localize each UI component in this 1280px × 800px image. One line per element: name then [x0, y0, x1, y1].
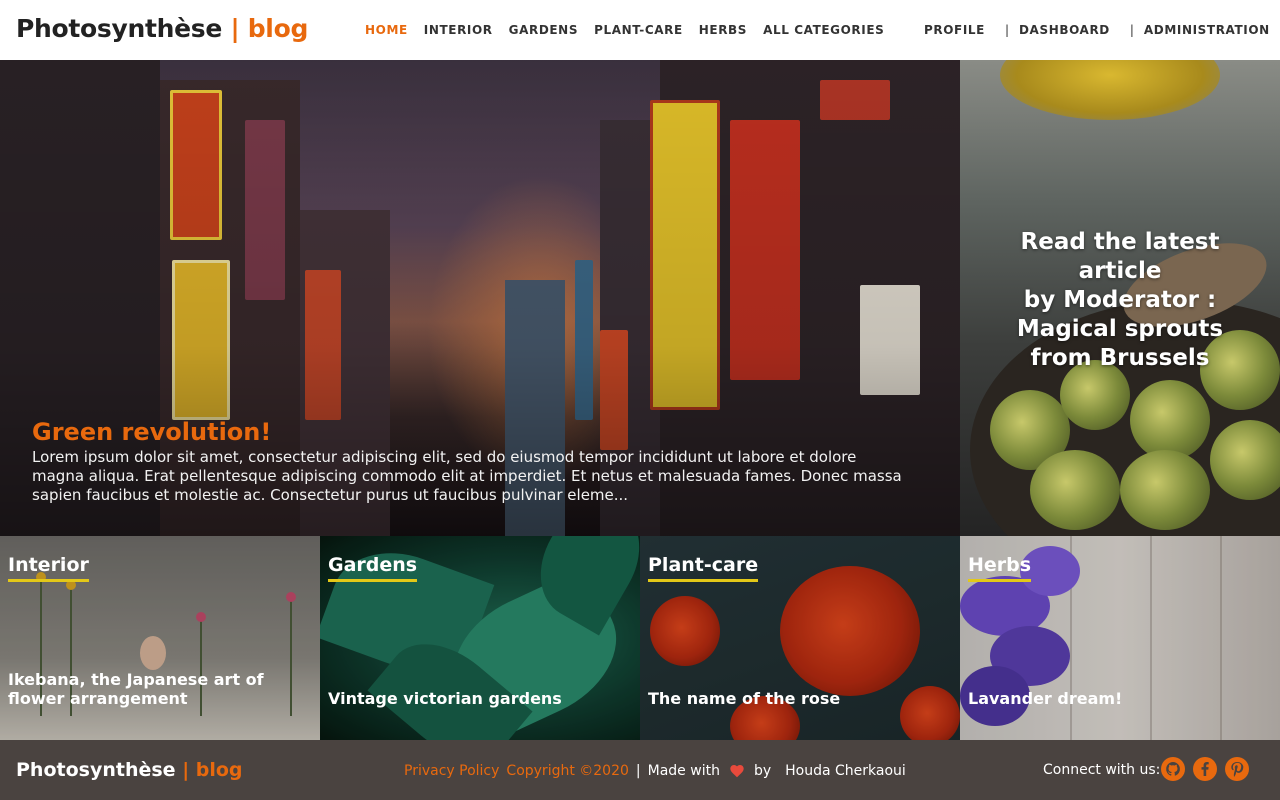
- category-card-herbs[interactable]: Herbs Lavander dream!: [960, 536, 1280, 740]
- latest-article-line: from Brussels: [1030, 345, 1210, 371]
- site-logo[interactable]: Photosynthèse | blog: [16, 14, 308, 43]
- category-article-title: Vintage victorian gardens: [328, 689, 562, 708]
- category-label: Herbs: [968, 554, 1032, 582]
- category-article-title: Lavander dream!: [968, 689, 1123, 708]
- latest-article-line: Read the latest: [1020, 229, 1220, 255]
- logo-suffix: blog: [247, 14, 309, 43]
- connect-label: Connect with us:: [1043, 762, 1161, 778]
- footer-credits: Privacy Policy Copyright ©2020 | Made wi…: [404, 763, 906, 779]
- latest-article-line: article: [1078, 258, 1162, 284]
- heart-icon: [730, 765, 744, 778]
- facebook-icon[interactable]: [1193, 757, 1217, 781]
- nav-herbs[interactable]: HERBS: [699, 23, 747, 37]
- nav-administration[interactable]: ADMINISTRATION: [1144, 23, 1270, 37]
- nav-home[interactable]: HOME: [365, 23, 408, 37]
- hero-excerpt: Lorem ipsum dolor sit amet, consectetur …: [32, 448, 902, 504]
- nav-plant-care[interactable]: PLANT-CARE: [594, 23, 683, 37]
- by-text: by: [753, 763, 772, 779]
- privacy-policy-link[interactable]: Privacy Policy: [404, 763, 499, 779]
- footer-separator: |: [635, 763, 641, 779]
- hero-banner[interactable]: Green revolution! Lorem ipsum dolor sit …: [0, 60, 960, 536]
- nav-gardens[interactable]: GARDENS: [509, 23, 578, 37]
- category-article-title: Ikebana, the Japanese art of flower arra…: [8, 670, 264, 708]
- logo-separator: |: [230, 14, 240, 43]
- category-card-gardens[interactable]: Gardens Vintage victorian gardens: [320, 536, 640, 740]
- category-label: Plant-care: [648, 554, 759, 582]
- category-label: Interior: [8, 554, 89, 582]
- footer-logo[interactable]: Photosynthèse | blog: [16, 759, 243, 781]
- author-name: Houda Cherkaoui: [785, 763, 906, 779]
- nav-interior[interactable]: INTERIOR: [424, 23, 493, 37]
- copyright-text: Copyright ©2020: [506, 763, 629, 779]
- nav-all-categories[interactable]: ALL CATEGORIES: [763, 23, 884, 37]
- nav-profile[interactable]: PROFILE: [924, 23, 985, 37]
- footer-logo-separator: |: [182, 759, 190, 781]
- category-card-interior[interactable]: Interior Ikebana, the Japanese art of fl…: [0, 536, 320, 740]
- footer-logo-name: Photosynthèse: [16, 759, 176, 781]
- nav-separator: |: [1129, 23, 1134, 37]
- latest-article-card[interactable]: Read the latest article by Moderator : M…: [960, 60, 1280, 536]
- logo-name: Photosynthèse: [16, 14, 223, 43]
- main-nav: HOME INTERIOR GARDENS PLANT-CARE HERBS A…: [365, 23, 900, 37]
- site-footer: Photosynthèse | blog Privacy Policy Copy…: [0, 740, 1280, 800]
- category-card-plant-care[interactable]: Plant-care The name of the rose: [640, 536, 960, 740]
- side-image-sprout: [1210, 420, 1280, 500]
- user-nav: PROFILE | DASHBOARD | ADMINISTRATION: [924, 23, 1270, 37]
- hero-title[interactable]: Green revolution!: [32, 418, 271, 446]
- category-label: Gardens: [328, 554, 418, 582]
- latest-article-line: Magical sprouts: [1016, 316, 1224, 342]
- latest-article-line: by Moderator :: [1023, 287, 1217, 313]
- pinterest-icon[interactable]: [1225, 757, 1249, 781]
- github-icon[interactable]: [1161, 757, 1185, 781]
- latest-article-text: Read the latest article by Moderator : M…: [960, 228, 1280, 373]
- category-article-title: The name of the rose: [648, 689, 841, 708]
- made-with-text: Made with: [647, 763, 720, 779]
- side-image-sprout: [1030, 450, 1120, 530]
- nav-dashboard[interactable]: DASHBOARD: [1019, 23, 1110, 37]
- side-image-sprout: [1130, 380, 1210, 460]
- side-image-sprout: [1120, 450, 1210, 530]
- nav-separator: |: [1004, 23, 1009, 37]
- side-image-oil: [1000, 60, 1220, 120]
- footer-logo-suffix: blog: [195, 759, 243, 781]
- site-header: Photosynthèse | blog HOME INTERIOR GARDE…: [0, 0, 1280, 60]
